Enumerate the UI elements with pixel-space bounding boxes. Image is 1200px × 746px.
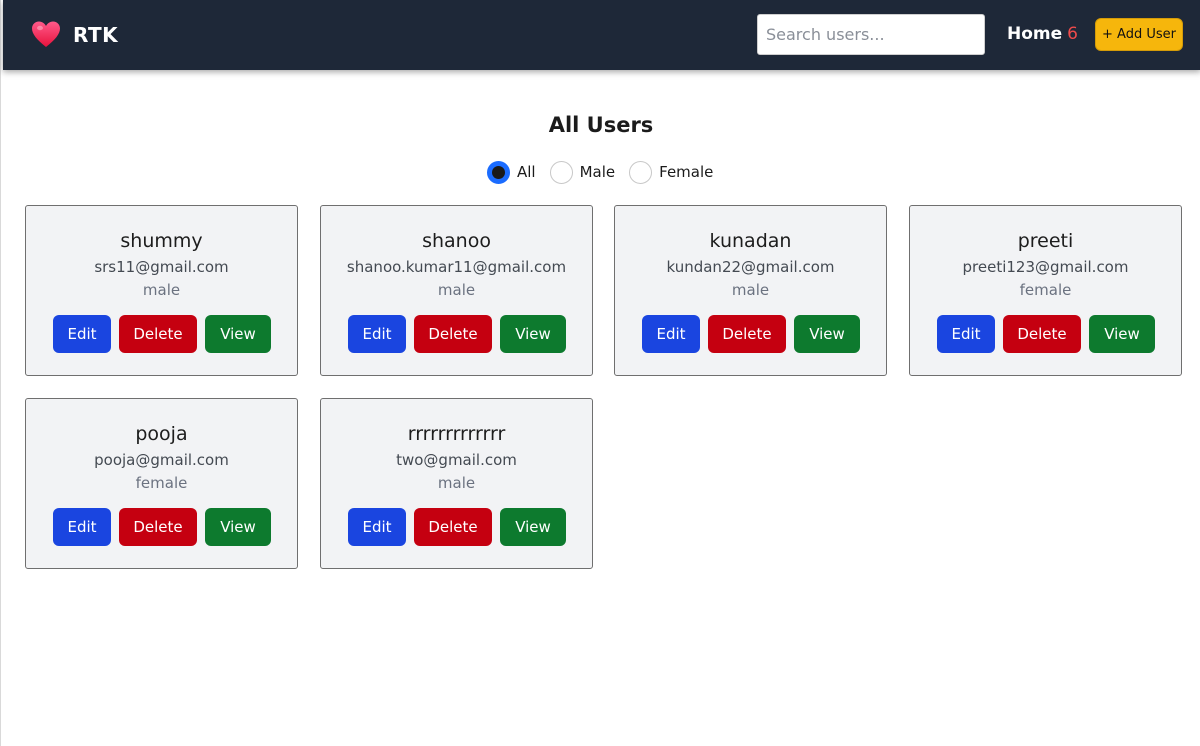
user-name: rrrrrrrrrrrrr (407, 423, 506, 445)
filter-label-female: Female (659, 163, 714, 181)
filter-label-all: All (517, 163, 536, 181)
user-name: preeti (1017, 230, 1074, 252)
delete-button[interactable]: Delete (1003, 315, 1081, 353)
delete-button[interactable]: Delete (119, 315, 197, 353)
delete-button[interactable]: Delete (119, 508, 197, 546)
filter-label-male: Male (579, 163, 616, 181)
delete-button[interactable]: Delete (708, 315, 786, 353)
radio-female[interactable] (629, 160, 653, 184)
user-name: pooja (135, 423, 188, 445)
card-actions: Edit Delete View (53, 315, 271, 353)
user-name: shanoo (422, 230, 491, 252)
user-email: pooja@gmail.com (94, 451, 229, 469)
user-card: preeti preeti123@gmail.com female Edit D… (909, 205, 1182, 376)
user-gender: male (731, 281, 770, 299)
user-name: shummy (120, 230, 203, 252)
user-gender: female (1019, 281, 1072, 299)
view-button[interactable]: View (500, 315, 566, 353)
brand-name: RTK (73, 23, 119, 47)
user-email: shanoo.kumar11@gmail.com (346, 258, 567, 276)
radio-male[interactable] (549, 160, 573, 184)
card-actions: Edit Delete View (348, 315, 566, 353)
navbar: RTK Home 6 + Add User (3, 0, 1200, 70)
user-card: rrrrrrrrrrrrr two@gmail.com male Edit De… (320, 398, 593, 569)
user-email: srs11@gmail.com (94, 258, 229, 276)
home-link-label: Home (1007, 24, 1063, 44)
search-input[interactable] (757, 14, 985, 55)
user-gender: female (135, 474, 188, 492)
view-button[interactable]: View (1089, 315, 1155, 353)
user-card: shanoo shanoo.kumar11@gmail.com male Edi… (320, 205, 593, 376)
user-card: pooja pooja@gmail.com female Edit Delete… (25, 398, 298, 569)
user-card: kunadan kundan22@gmail.com male Edit Del… (614, 205, 887, 376)
user-gender: male (142, 281, 181, 299)
filter-option-male[interactable]: Male (549, 160, 616, 184)
edit-button[interactable]: Edit (53, 315, 111, 353)
gender-filter: All Male Female (487, 160, 727, 184)
edit-button[interactable]: Edit (642, 315, 700, 353)
home-link[interactable]: Home 6 (1007, 22, 1078, 46)
user-email: two@gmail.com (396, 451, 517, 469)
edit-button[interactable]: Edit (937, 315, 995, 353)
edit-button[interactable]: Edit (348, 315, 406, 353)
edit-button[interactable]: Edit (348, 508, 406, 546)
add-user-button[interactable]: + Add User (1095, 18, 1183, 51)
card-actions: Edit Delete View (642, 315, 860, 353)
view-button[interactable]: View (794, 315, 860, 353)
brand[interactable]: RTK (31, 20, 118, 50)
user-card: shummy srs11@gmail.com male Edit Delete … (25, 205, 298, 376)
card-actions: Edit Delete View (937, 315, 1155, 353)
view-button[interactable]: View (500, 508, 566, 546)
user-name: kunadan (709, 230, 792, 252)
user-email: preeti123@gmail.com (962, 258, 1129, 276)
card-actions: Edit Delete View (348, 508, 566, 546)
view-button[interactable]: View (205, 508, 271, 546)
view-button[interactable]: View (205, 315, 271, 353)
delete-button[interactable]: Delete (414, 315, 492, 353)
user-email: kundan22@gmail.com (666, 258, 835, 276)
filter-option-all[interactable]: All (487, 160, 536, 184)
user-count-badge: 6 (1067, 24, 1078, 44)
filter-option-female[interactable]: Female (629, 160, 714, 184)
user-gender: male (437, 474, 476, 492)
radio-all[interactable] (487, 160, 510, 184)
delete-button[interactable]: Delete (414, 508, 492, 546)
page-title: All Users (548, 113, 654, 137)
edit-button[interactable]: Edit (53, 508, 111, 546)
heart-icon (31, 20, 61, 50)
card-actions: Edit Delete View (53, 508, 271, 546)
app-page: RTK Home 6 + Add User All Users All Male… (0, 0, 1200, 746)
user-gender: male (437, 281, 476, 299)
